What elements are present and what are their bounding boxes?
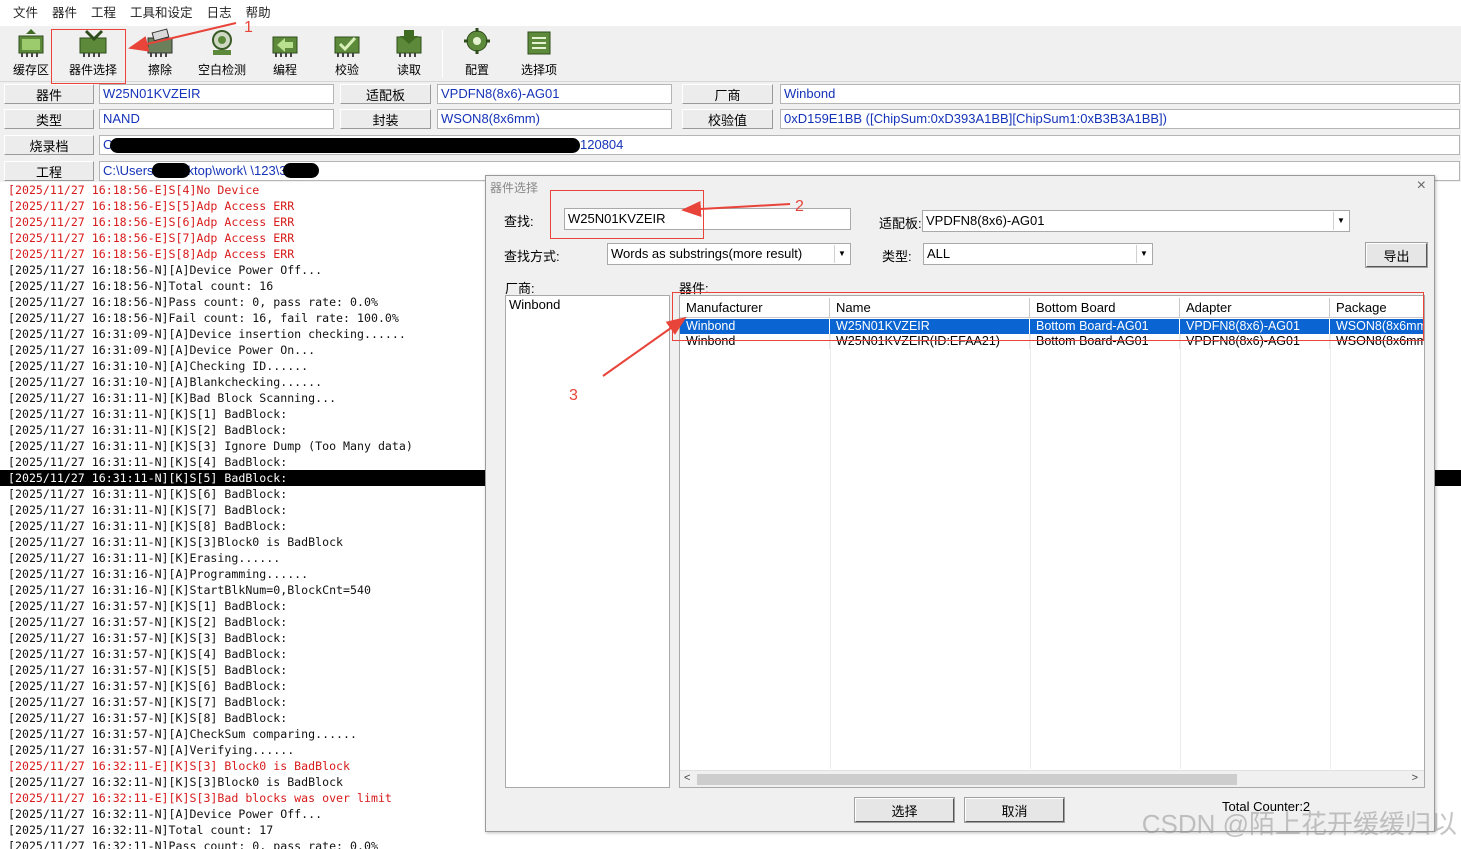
package-row-label[interactable]: 封装	[340, 109, 431, 129]
adapter-row-label[interactable]: 适配板	[340, 84, 431, 104]
package-field: WSON8(8x6mm)	[437, 109, 672, 129]
device-row-label[interactable]: 器件	[4, 84, 94, 104]
vendor-field: Winbond	[780, 84, 1460, 104]
vendor-list[interactable]: Winbond	[505, 295, 670, 788]
select-button[interactable]: 选择	[854, 797, 955, 823]
horizontal-scrollbar[interactable]: < >	[680, 770, 1424, 787]
read-button[interactable]: 读取	[379, 28, 439, 80]
program-button[interactable]: 编程	[255, 28, 315, 80]
menu-project[interactable]: 工程	[84, 0, 123, 26]
cancel-button[interactable]: 取消	[964, 797, 1065, 823]
search-mode-value: Words as substrings(more result)	[611, 246, 803, 261]
chevron-down-icon: ▼	[1333, 212, 1348, 230]
program-chip-icon	[272, 36, 298, 57]
annotation-number: 3	[569, 387, 578, 404]
annotation-box	[672, 292, 1424, 341]
checksum-row-label[interactable]: 校验值	[682, 109, 773, 129]
chevron-down-icon: ▼	[834, 245, 849, 263]
adapter-select[interactable]: VPDFN8(8x6)-AG01 ▼	[922, 210, 1350, 232]
annotation-number: 2	[795, 198, 804, 215]
erase-chip-icon	[147, 28, 173, 57]
buffer-chip-icon	[18, 29, 44, 57]
menu-log[interactable]: 日志	[200, 0, 239, 26]
search-mode-select[interactable]: Words as substrings(more result) ▼	[607, 243, 851, 265]
type-field: NAND	[99, 109, 334, 129]
scroll-left-icon[interactable]: <	[684, 772, 690, 784]
dialog-title: 器件选择	[490, 181, 539, 195]
read-chip-icon	[396, 30, 422, 57]
type-select-value: ALL	[927, 246, 951, 261]
erase-button[interactable]: 擦除	[130, 28, 190, 80]
menu-bar: 文件 器件 工程 工具和设定 日志 帮助	[0, 0, 1461, 26]
verify-chip-icon	[334, 36, 360, 57]
redaction-scribble	[152, 163, 190, 178]
verify-label: 校验	[334, 63, 359, 77]
blank-check-icon	[212, 30, 232, 55]
watermark-text: CSDN @陌上花开缓缓归以	[1141, 809, 1457, 839]
options-label: 选择项	[520, 63, 557, 77]
annotation-box	[51, 29, 126, 84]
options-icon	[527, 31, 551, 55]
device-select-dialog: 器件选择 × 查找: W25N01KVZEIR 适配板: VPDFN8(8x6)…	[485, 175, 1435, 832]
menu-tools-settings[interactable]: 工具和设定	[123, 0, 200, 26]
read-label: 读取	[396, 63, 421, 77]
erase-label: 擦除	[147, 63, 172, 77]
blank-check-button[interactable]: 空白检测	[192, 28, 252, 80]
column-divider	[1180, 333, 1181, 769]
column-divider	[1030, 333, 1031, 769]
device-field: W25N01KVZEIR	[99, 84, 334, 104]
image-path-tail: 120804	[580, 137, 624, 152]
list-item[interactable]: Winbond	[506, 296, 669, 313]
toolbar: 缓存区 器件选择 擦除 空白检测 编程 校验 读取 配置 选择项	[0, 26, 1461, 82]
checksum-field: 0xD159E1BB ([ChipSum:0xD393A1BB][ChipSum…	[780, 109, 1460, 129]
scrollbar-thumb[interactable]	[697, 774, 1237, 785]
export-button[interactable]: 导出	[1365, 242, 1428, 268]
program-label: 编程	[272, 63, 297, 77]
type-row-label[interactable]: 类型	[4, 109, 94, 129]
image-file-row-label[interactable]: 烧录档	[4, 135, 94, 155]
verify-button[interactable]: 校验	[317, 28, 377, 80]
type-select[interactable]: ALL ▼	[923, 243, 1153, 265]
dialog-type-label: 类型:	[882, 249, 912, 264]
menu-device[interactable]: 器件	[45, 0, 84, 26]
options-button[interactable]: 选择项	[509, 28, 569, 80]
dialog-adapter-label: 适配板:	[879, 216, 922, 231]
search-label: 查找:	[504, 214, 534, 229]
config-label: 配置	[464, 63, 489, 77]
buffer-label: 缓存区	[12, 63, 49, 77]
blank-check-label: 空白检测	[197, 63, 246, 77]
annotation-box	[550, 190, 704, 239]
scroll-right-icon[interactable]: >	[1412, 772, 1418, 784]
search-mode-label: 查找方式:	[504, 249, 560, 264]
project-row-label[interactable]: 工程	[4, 161, 94, 181]
redaction-scribble	[110, 138, 580, 153]
adapter-select-value: VPDFN8(8x6)-AG01	[926, 213, 1045, 228]
column-divider	[830, 333, 831, 769]
adapter-field: VPDFN8(8x6)-AG01	[437, 84, 672, 104]
menu-file[interactable]: 文件	[6, 0, 45, 26]
config-button[interactable]: 配置	[447, 28, 507, 80]
annotation-number: 1	[244, 19, 253, 36]
close-icon[interactable]: ×	[1417, 177, 1426, 195]
config-gear-icon	[464, 28, 490, 54]
redaction-scribble	[283, 163, 319, 178]
chevron-down-icon: ▼	[1136, 245, 1151, 263]
toolbar-separator	[442, 30, 443, 78]
device-table[interactable]: Manufacturer Name Bottom Board Adapter P…	[679, 295, 1425, 788]
column-divider	[1330, 333, 1331, 769]
vendor-row-label[interactable]: 厂商	[682, 84, 773, 104]
